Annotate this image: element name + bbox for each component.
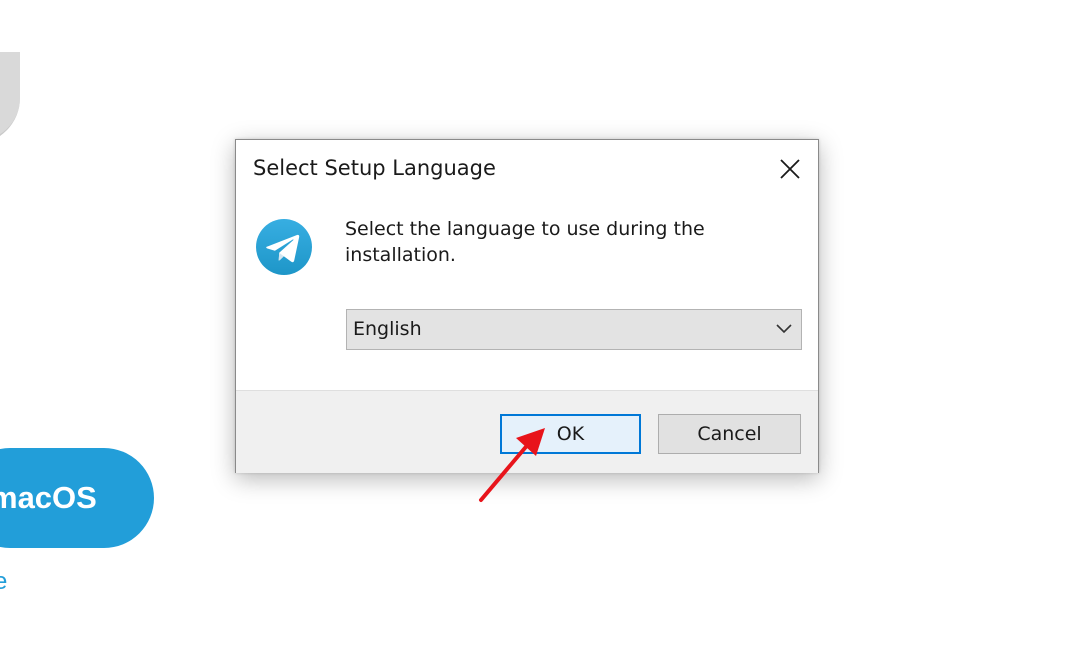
telegram-icon [256, 219, 312, 275]
setup-language-dialog: Select Setup Language Select the languag… [235, 139, 819, 473]
dialog-title: Select Setup Language [253, 156, 496, 180]
ok-button-label: OK [556, 423, 585, 445]
language-select-value: English [353, 318, 422, 340]
dialog-footer: OK Cancel [236, 390, 818, 473]
cancel-button[interactable]: Cancel [658, 414, 801, 454]
close-icon [780, 159, 800, 179]
chevron-down-icon [776, 324, 792, 334]
screen: macOS e Select Setup Language Select the… [0, 0, 1080, 665]
background-circle-fragment [0, 52, 20, 144]
language-select[interactable]: English [346, 309, 802, 350]
dialog-content: Select the language to use during the in… [236, 200, 818, 390]
dialog-titlebar: Select Setup Language [236, 140, 818, 200]
ok-button[interactable]: OK [500, 414, 641, 454]
background-link-fragment[interactable]: e [0, 568, 7, 596]
cancel-button-label: Cancel [697, 423, 762, 445]
close-button[interactable] [770, 150, 810, 188]
download-macos-label: macOS [0, 480, 97, 515]
dialog-message: Select the language to use during the in… [345, 218, 705, 266]
download-macos-button[interactable]: macOS [0, 448, 154, 548]
